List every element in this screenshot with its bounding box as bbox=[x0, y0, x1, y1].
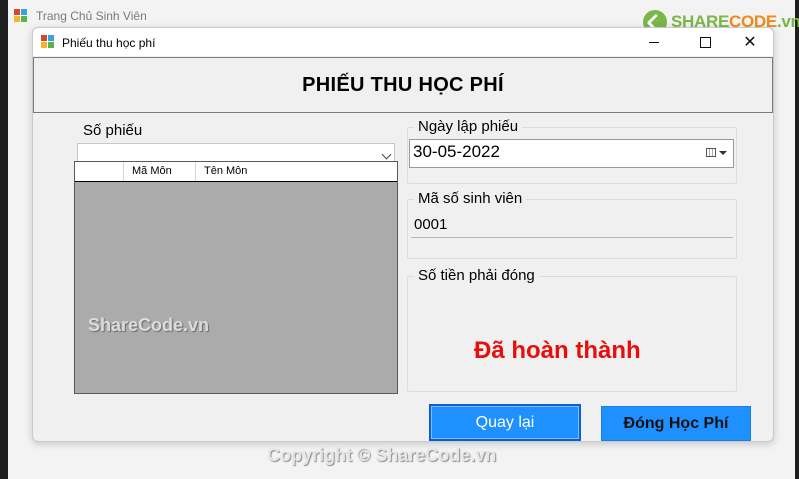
created-date-picker[interactable]: 30-05-2022 bbox=[409, 139, 734, 168]
column-subject-code[interactable]: Mã Môn bbox=[124, 162, 196, 181]
maximize-button[interactable] bbox=[696, 33, 714, 51]
app-icon bbox=[14, 9, 28, 23]
header-panel: PHIẾU THU HỌC PHÍ bbox=[33, 57, 773, 113]
parent-titlebar: Trang Chủ Sinh Viên bbox=[8, 6, 147, 26]
grid-row-header-column bbox=[75, 162, 124, 181]
form-heading: PHIẾU THU HỌC PHÍ bbox=[302, 73, 504, 96]
background-right-edge bbox=[795, 0, 799, 479]
dialog-title: Phiếu thu học phí bbox=[62, 36, 156, 50]
tuition-receipt-dialog: Phiếu thu học phí ✕ PHIẾU THU HỌC PHÍ Số… bbox=[32, 27, 774, 442]
copyright-watermark: Copyright © ShareCode.vn bbox=[267, 445, 497, 465]
student-id-label: Mã số sinh viên bbox=[414, 190, 527, 207]
subjects-grid[interactable]: Mã Môn Tên Môn ShareCode.vn bbox=[74, 161, 398, 394]
student-id-field[interactable]: 0001 bbox=[411, 212, 733, 238]
created-date-value: 30-05-2022 bbox=[413, 142, 500, 161]
created-date-group: Ngày lập phiếu 30-05-2022 bbox=[407, 118, 737, 184]
parent-window-title: Trang Chủ Sinh Viên bbox=[36, 9, 147, 23]
dialog-titlebar: Phiếu thu học phí ✕ bbox=[33, 28, 773, 56]
receipt-number-label: Số phiếu bbox=[79, 122, 147, 139]
close-button[interactable]: ✕ bbox=[741, 33, 759, 51]
created-date-label: Ngày lập phiếu bbox=[414, 118, 523, 135]
payment-status-text: Đã hoàn thành bbox=[474, 337, 641, 364]
amount-due-label: Số tiền phải đóng bbox=[414, 267, 539, 284]
chevron-down-icon bbox=[381, 149, 392, 160]
amount-due-group: Số tiền phải đóng Đã hoàn thành bbox=[407, 267, 737, 392]
column-subject-name[interactable]: Tên Môn bbox=[196, 162, 397, 181]
dialog-app-icon bbox=[41, 35, 55, 49]
dropdown-arrow-icon bbox=[719, 151, 727, 155]
student-id-group: Mã số sinh viên 0001 bbox=[407, 190, 737, 259]
back-button[interactable]: Quay lại bbox=[429, 404, 581, 441]
calendar-icon bbox=[706, 148, 716, 157]
student-id-value: 0001 bbox=[414, 216, 448, 233]
background-left-edge bbox=[0, 0, 8, 479]
pay-tuition-button[interactable]: Đóng Học Phí bbox=[601, 406, 751, 441]
grid-watermark: ShareCode.vn bbox=[88, 315, 210, 335]
minimize-button[interactable] bbox=[645, 33, 663, 51]
grid-header: Mã Môn Tên Môn bbox=[75, 162, 397, 182]
